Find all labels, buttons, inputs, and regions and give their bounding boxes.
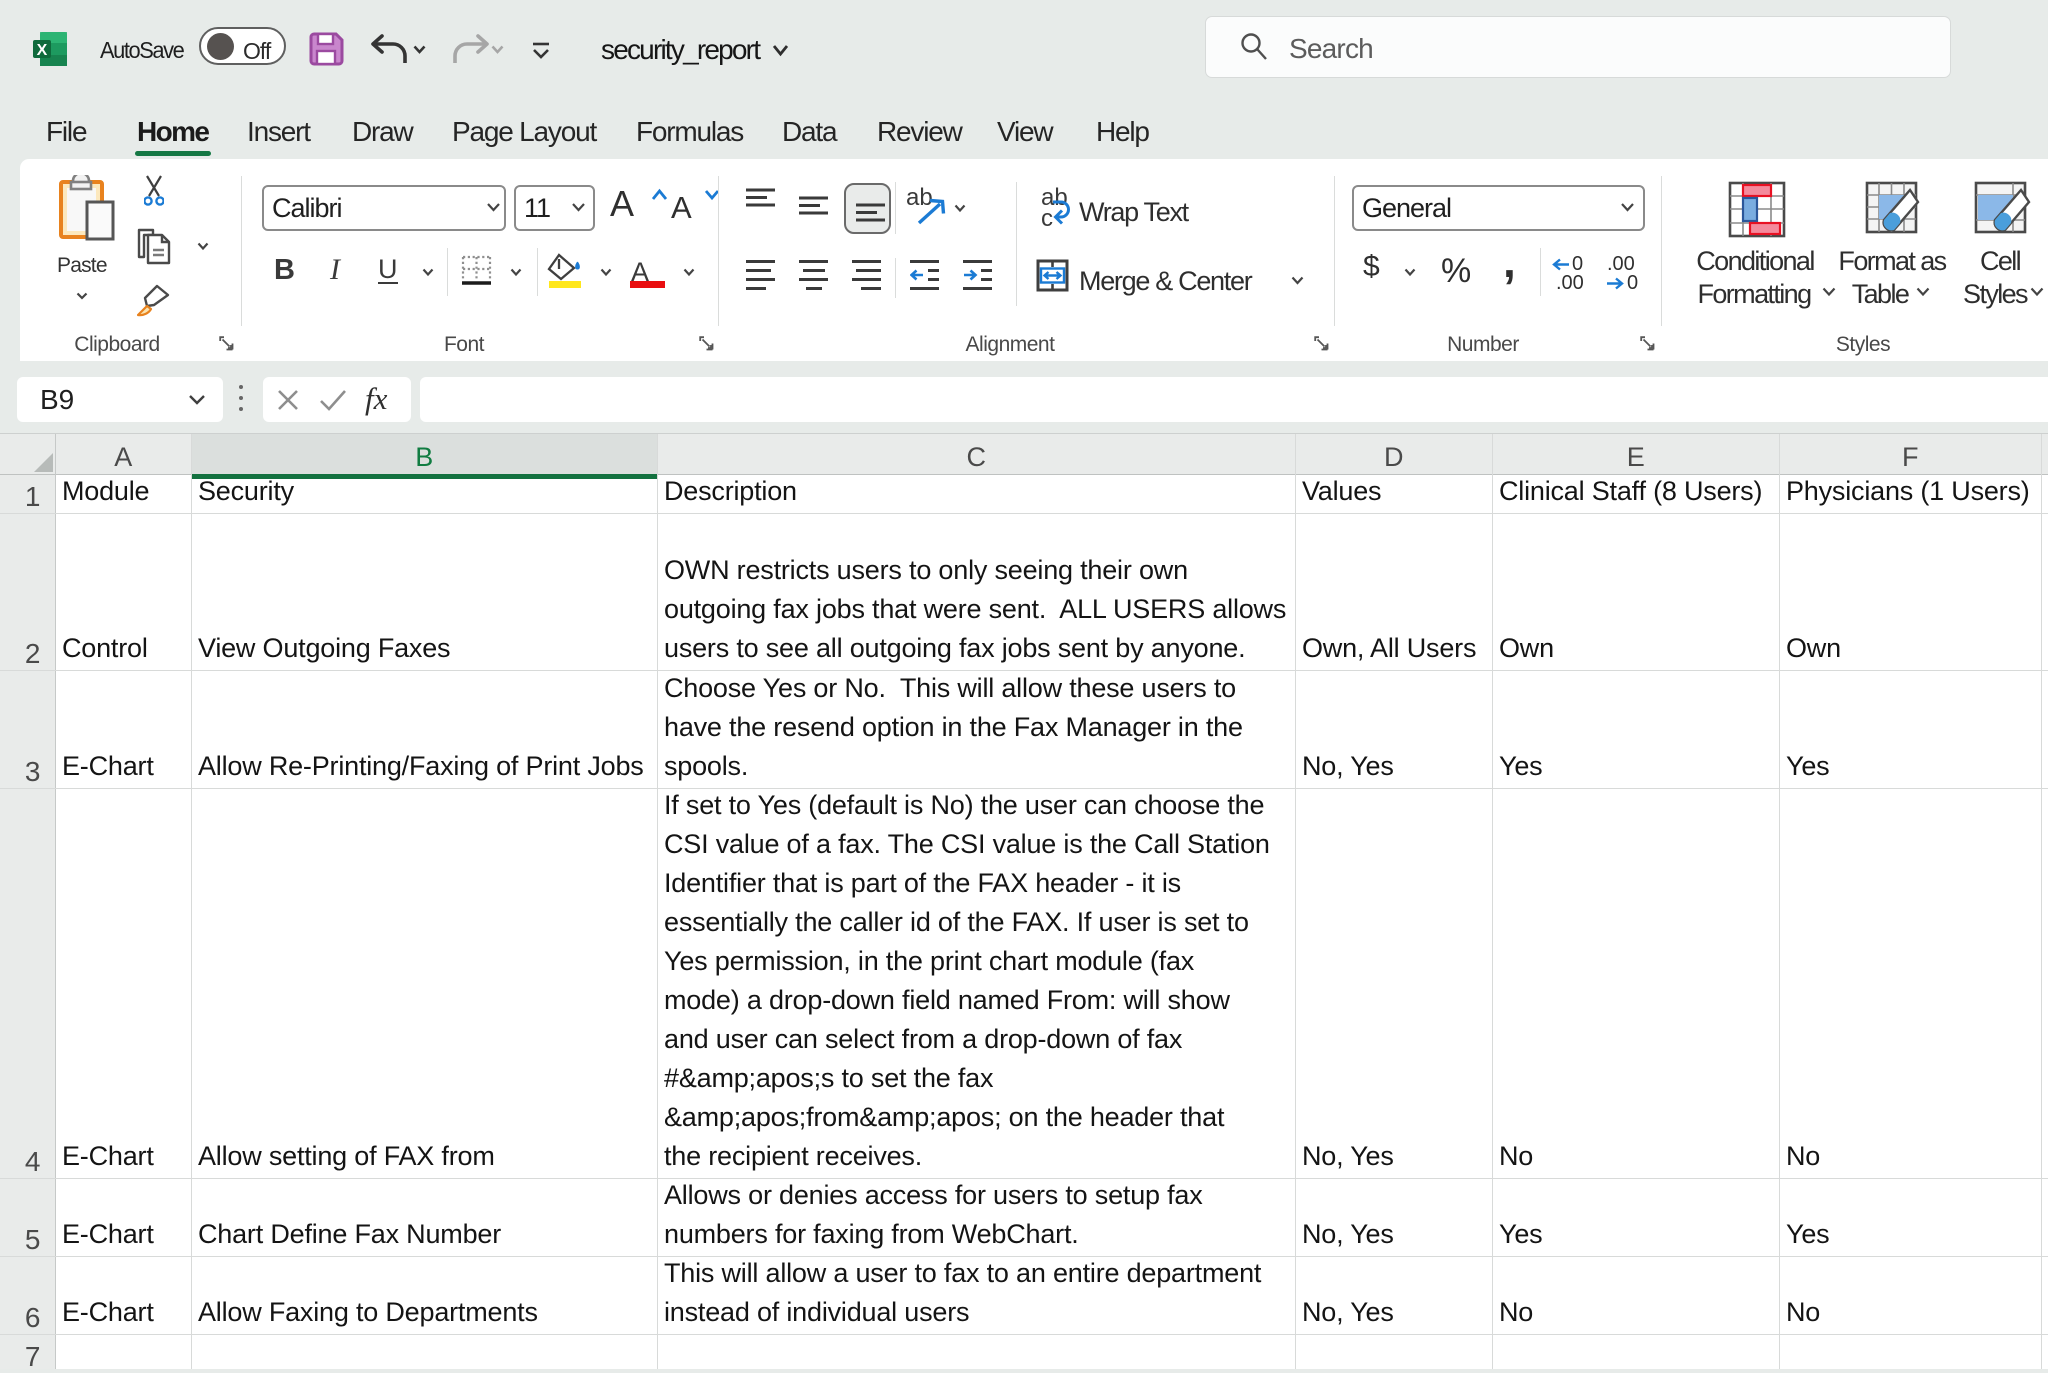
svg-text:X: X	[37, 42, 48, 59]
